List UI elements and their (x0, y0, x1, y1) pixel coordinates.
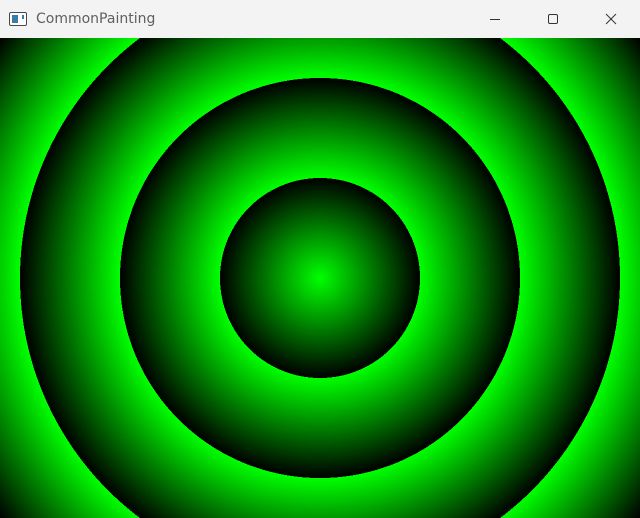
app-icon-pane-small (22, 15, 24, 19)
minimize-icon (490, 19, 500, 20)
app-window: CommonPainting (0, 0, 640, 518)
minimize-button[interactable] (466, 0, 524, 38)
window-title: CommonPainting (36, 11, 156, 27)
app-window-icon[interactable] (9, 12, 27, 26)
close-button[interactable] (582, 0, 640, 38)
concentric-gradient-rings (0, 38, 640, 518)
maximize-button[interactable] (524, 0, 582, 38)
gradient-fill (0, 38, 640, 518)
window-controls (466, 0, 640, 38)
maximize-icon (548, 14, 558, 24)
app-icon-pane (12, 15, 18, 23)
title-bar[interactable]: CommonPainting (0, 0, 640, 38)
painting-canvas[interactable] (0, 38, 640, 518)
close-icon (605, 13, 617, 25)
